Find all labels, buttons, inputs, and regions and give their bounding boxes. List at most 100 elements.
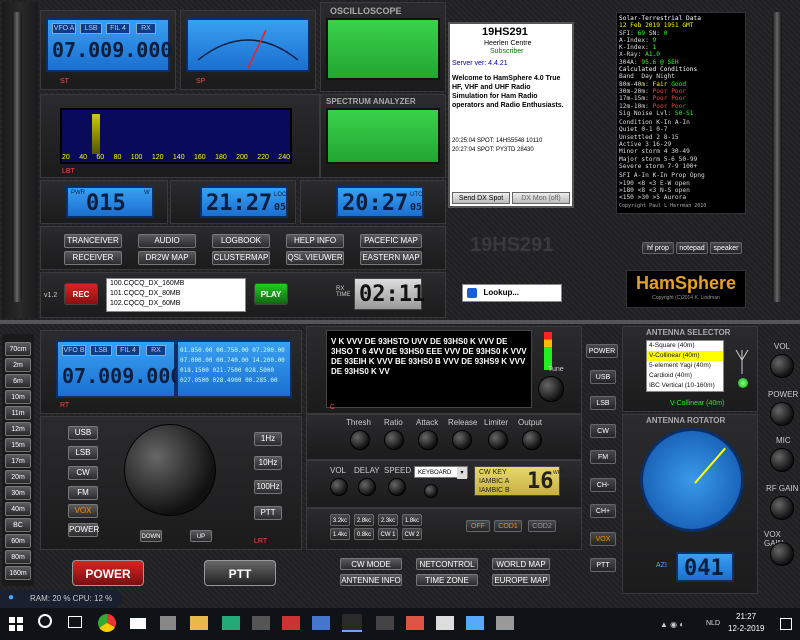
app-icon[interactable]: [222, 616, 240, 630]
eastern-map-button[interactable]: EASTERN MAP: [360, 251, 422, 265]
hf-prop-tab[interactable]: hf prop: [642, 242, 674, 254]
cod1-button[interactable]: COD1: [494, 520, 522, 532]
band-30m[interactable]: 30m: [5, 486, 31, 500]
time-zone-button[interactable]: TIME ZONE: [416, 574, 478, 586]
bw-2.8kc-button[interactable]: 2.8kc: [354, 514, 374, 526]
main-tuning-knob[interactable]: [124, 424, 216, 516]
step-100hz-button[interactable]: 100Hz: [254, 480, 282, 494]
task-view-icon[interactable]: [68, 616, 82, 628]
logbook-button[interactable]: LOGBOOK: [212, 234, 270, 248]
tune-knob[interactable]: [538, 376, 564, 402]
recording-item[interactable]: 102.CQCQ_DX_60MB: [110, 299, 245, 309]
ch-plus-button[interactable]: CH+: [590, 504, 616, 518]
play-button[interactable]: PLAY: [254, 283, 288, 305]
band-70cm[interactable]: 70cm: [5, 342, 31, 356]
app-icon[interactable]: [436, 616, 454, 630]
step-ptt-button[interactable]: PTT: [254, 506, 282, 520]
antenna-item[interactable]: 5-element Yagi (40m): [647, 361, 723, 371]
power-button[interactable]: POWER: [72, 560, 144, 586]
app-icon[interactable]: [282, 616, 300, 630]
ch-minus-button[interactable]: CH-: [590, 478, 616, 492]
band-160m[interactable]: 160m: [5, 566, 31, 580]
rotator-map[interactable]: [640, 428, 744, 532]
band-20m[interactable]: 20m: [5, 470, 31, 484]
band-bc[interactable]: BC: [5, 518, 31, 532]
antenna-list[interactable]: 4-Square (40m) V-Collinear (40m) 5-eleme…: [646, 340, 724, 392]
step-10hz-button[interactable]: 10Hz: [254, 456, 282, 470]
step-1hz-button[interactable]: 1Hz: [254, 432, 282, 446]
cw-vol-knob[interactable]: [330, 478, 348, 496]
right-voxgain-knob[interactable]: [770, 542, 794, 566]
rec-button[interactable]: REC: [64, 283, 98, 305]
band-10m[interactable]: 10m: [5, 390, 31, 404]
chrome-icon[interactable]: [98, 614, 116, 632]
dx-mon-button[interactable]: DX Mon (off): [512, 192, 570, 204]
receiver-button[interactable]: RECEIVER: [64, 251, 122, 265]
mid-cw-button[interactable]: CW: [590, 424, 616, 438]
notification-icon[interactable]: [780, 618, 792, 630]
mid-usb-button[interactable]: USB: [590, 370, 616, 384]
right-mic-knob[interactable]: [770, 448, 794, 472]
europe-map-button[interactable]: EUROPE MAP: [492, 574, 550, 586]
tranceiver-button[interactable]: TRANCEIVER: [64, 234, 122, 248]
cod2-button[interactable]: COD2: [528, 520, 556, 532]
antenna-item[interactable]: Cardioid (40m): [647, 371, 723, 381]
bw-cw2-button[interactable]: CW 2: [402, 528, 422, 540]
mid-power-button[interactable]: POWER: [586, 344, 618, 358]
app-icon[interactable]: [376, 616, 394, 630]
mode-usb-button[interactable]: USB: [68, 426, 98, 440]
lookup-button[interactable]: Lookup...: [462, 284, 562, 302]
band-6m[interactable]: 6m: [5, 374, 31, 388]
band-40m[interactable]: 40m: [5, 502, 31, 516]
antenne-info-button[interactable]: ANTENNE INFO: [340, 574, 402, 586]
release-knob[interactable]: [452, 430, 472, 450]
recording-list[interactable]: 100.CQCQ_DX_160MB 101.CQCQ_DX_80MB 102.C…: [106, 278, 246, 312]
app-icon[interactable]: [252, 616, 270, 630]
bw-3.2kc-button[interactable]: 3.2kc: [330, 514, 350, 526]
qsl-vieuwer-button[interactable]: QSL VIEUWER: [286, 251, 344, 265]
power-small-button[interactable]: POWER: [68, 523, 99, 537]
taskbar-lang[interactable]: NLD: [706, 620, 720, 627]
band-2m[interactable]: 2m: [5, 358, 31, 372]
antenna-item[interactable]: IBC Vertical (10-160m): [647, 381, 723, 391]
dr2w-map-button[interactable]: DR2W MAP: [138, 251, 196, 265]
mode-cw-button[interactable]: CW: [68, 466, 98, 480]
cod-off-button[interactable]: OFF: [466, 520, 490, 532]
app-icon[interactable]: [496, 616, 514, 630]
speaker-tab[interactable]: speaker: [710, 242, 742, 254]
mode-lsb-button[interactable]: LSB: [68, 446, 98, 460]
mid-vox-button[interactable]: VOX: [590, 532, 616, 546]
right-rfgain-knob[interactable]: [770, 496, 794, 520]
tray-icons[interactable]: ▲ ◉ ◐: [660, 620, 700, 630]
antenna-item[interactable]: 4-Square (40m): [647, 341, 723, 351]
mid-ptt-button[interactable]: PTT: [590, 558, 616, 572]
world-map-button[interactable]: WORLD MAP: [492, 558, 550, 570]
send-dx-spot-button[interactable]: Send DX Spot: [452, 192, 510, 204]
mail-icon[interactable]: [130, 618, 146, 629]
recording-item[interactable]: 100.CQCQ_DX_160MB: [110, 279, 245, 289]
bw-1.4kc-button[interactable]: 1.4kc: [330, 528, 350, 540]
taskbar-date[interactable]: 12-2-2019: [728, 624, 764, 633]
search-icon[interactable]: [38, 614, 52, 628]
down-button[interactable]: DOWN: [140, 530, 162, 542]
right-vol-knob[interactable]: [770, 354, 794, 378]
antenna-item-selected[interactable]: V-Collinear (40m): [647, 351, 723, 361]
cw-paddle-knob[interactable]: [424, 484, 438, 498]
hamsphere-task-icon[interactable]: [342, 614, 362, 632]
thresh-knob[interactable]: [350, 430, 370, 450]
attack-knob[interactable]: [418, 430, 438, 450]
band-80m[interactable]: 80m: [5, 550, 31, 564]
taskbar-time[interactable]: 21:27: [736, 612, 756, 621]
right-power-knob[interactable]: [770, 402, 794, 426]
vox-button[interactable]: VOX: [68, 504, 98, 518]
clustermap-button[interactable]: CLUSTERMAP: [212, 251, 270, 265]
recording-item[interactable]: 101.CQCQ_DX_80MB: [110, 289, 245, 299]
ptt-button[interactable]: PTT: [204, 560, 276, 586]
help-info-button[interactable]: HELP INFO: [286, 234, 344, 248]
notepad-tab[interactable]: notepad: [676, 242, 708, 254]
mode-fm-button[interactable]: FM: [68, 486, 98, 500]
pacefic-map-button[interactable]: PACEFIC MAP: [360, 234, 422, 248]
app-icon[interactable]: [466, 616, 484, 630]
app-icon[interactable]: [406, 616, 424, 630]
limiter-knob[interactable]: [488, 430, 508, 450]
